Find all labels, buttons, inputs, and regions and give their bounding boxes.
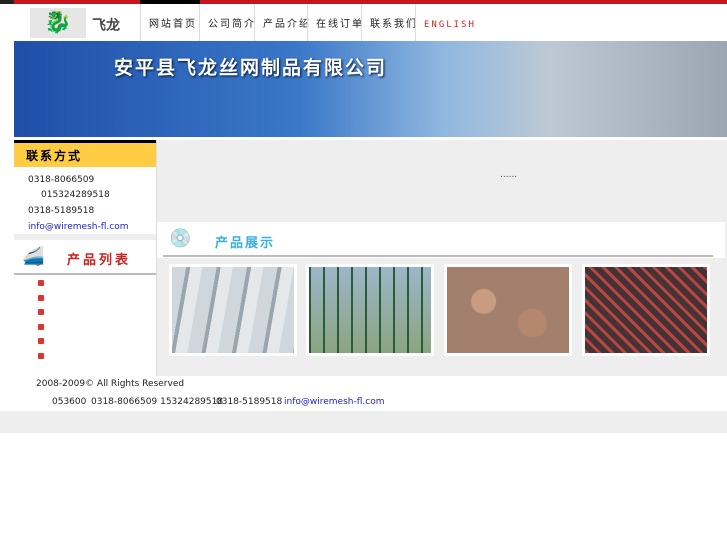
contact-phone-2: 0318-5189518: [28, 206, 95, 216]
notice-text: ......: [500, 170, 518, 180]
product-image-fence[interactable]: [306, 264, 434, 356]
train-icon: 🚄: [22, 246, 45, 267]
product-list-heading: 🚄 产品列表: [14, 240, 156, 275]
list-bullet-icon[interactable]: [38, 353, 44, 359]
sidebar: 联系方式 0318-8066509 015324289518 0318-5189…: [14, 140, 157, 376]
dragon-logo-icon: 🐉: [30, 8, 86, 38]
footer-fax: 0318-5189518: [216, 397, 283, 407]
footer-email[interactable]: info@wiremesh-fl.com: [284, 397, 384, 407]
product-image-expanded-mesh[interactable]: [582, 264, 710, 356]
bottom-bar: [0, 411, 727, 433]
footer-phones: 0318-8066509 15324289518: [91, 397, 224, 407]
cd-icon: 💿: [169, 228, 192, 249]
list-bullet-icon[interactable]: [38, 324, 44, 330]
header: 🐉 飞龙 网站首页 公司简介 产品介绍 在线订单 联系我们 ENGLISH: [14, 4, 727, 41]
postcode: 053600: [52, 397, 87, 407]
nav-english[interactable]: ENGLISH: [415, 4, 484, 41]
list-bullet-icon[interactable]: [38, 295, 44, 301]
contact-email[interactable]: info@wiremesh-fl.com: [14, 220, 156, 235]
banner: 安平县飞龙丝网制品有限公司: [14, 41, 727, 137]
contact-heading: 联系方式: [14, 140, 156, 167]
contact-phone: 0318-8066509: [28, 175, 95, 185]
product-image-gabion[interactable]: [444, 264, 572, 356]
copyright: 2008-2009© All Rights Reserved: [36, 379, 185, 389]
company-name: 安平县飞龙丝网制品有限公司: [114, 57, 388, 79]
list-bullet-icon[interactable]: [38, 338, 44, 344]
showcase-title: 产品展示: [215, 236, 276, 251]
logo[interactable]: 🐉 飞龙: [30, 8, 140, 38]
showcase-heading: 💿 产品展示: [157, 222, 725, 258]
nav-home[interactable]: 网站首页: [140, 4, 205, 41]
logo-text: 飞龙: [92, 18, 120, 34]
contact-mobile: 015324289518: [41, 190, 110, 200]
product-list-title: 产品列表: [67, 253, 132, 268]
footer: 2008-2009© All Rights Reserved 053600 03…: [14, 376, 725, 411]
product-image-rolls[interactable]: [169, 264, 297, 356]
list-bullet-icon[interactable]: [38, 309, 44, 315]
list-bullet-icon[interactable]: [38, 280, 44, 286]
corner-strip: [0, 0, 14, 4]
